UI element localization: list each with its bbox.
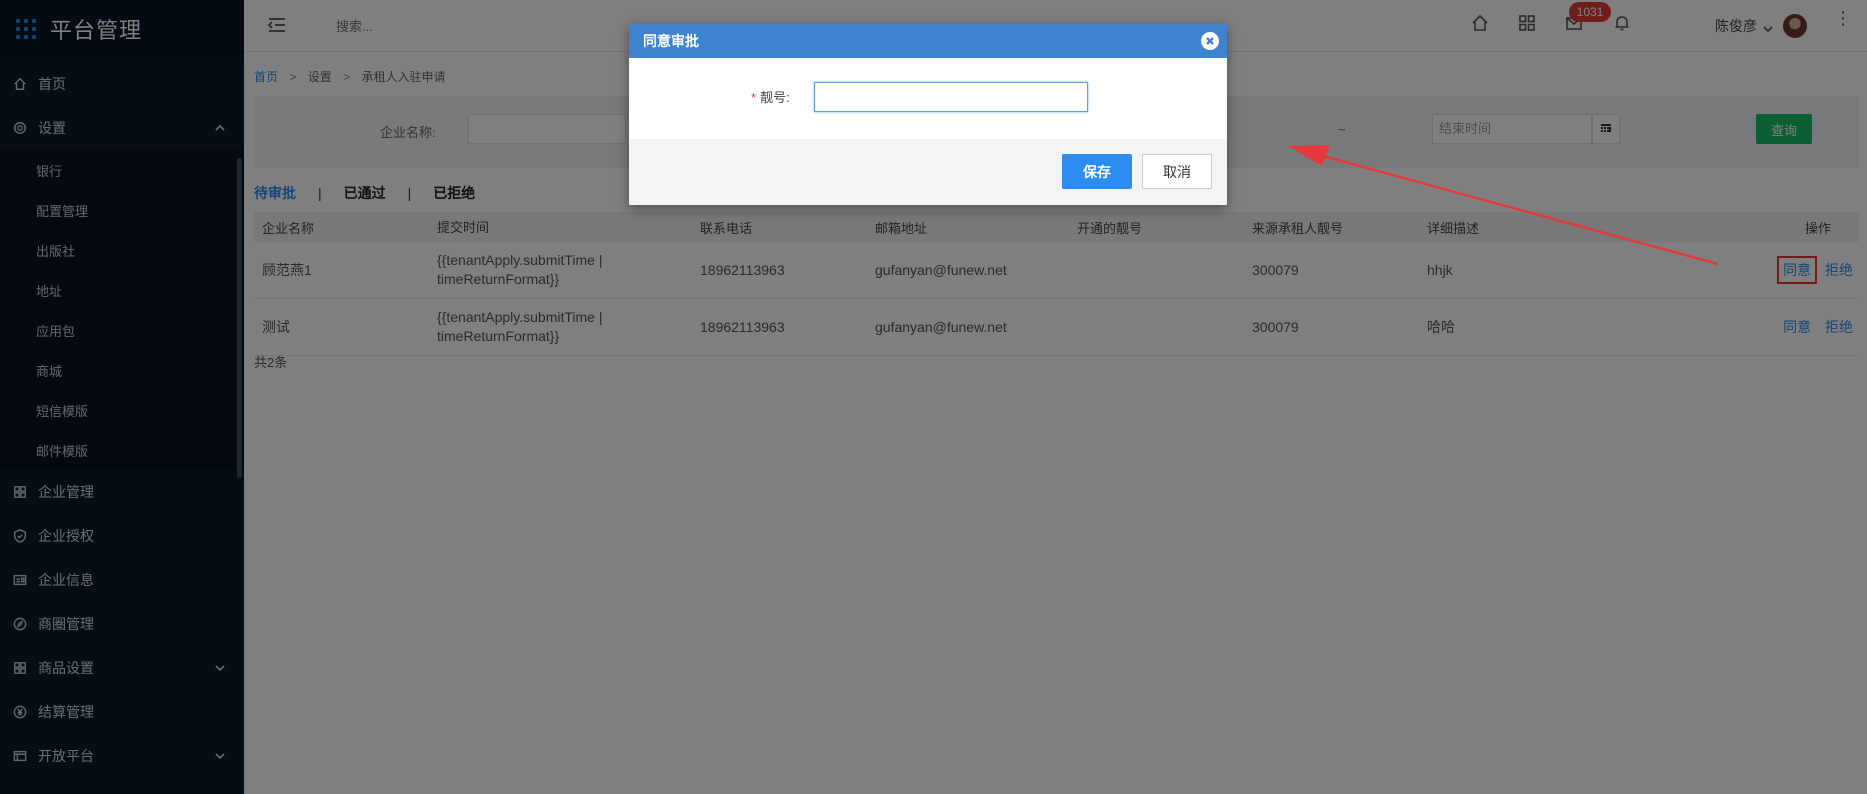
number-field[interactable] bbox=[814, 82, 1088, 112]
dialog-title: 同意审批 bbox=[643, 33, 699, 49]
number-field-label: * 靓号: bbox=[751, 87, 790, 106]
dialog-header: 同意审批 bbox=[629, 24, 1227, 58]
cancel-button[interactable]: 取消 bbox=[1142, 154, 1212, 189]
close-icon[interactable] bbox=[1201, 32, 1219, 50]
save-button[interactable]: 保存 bbox=[1062, 154, 1132, 189]
required-mark: * bbox=[751, 90, 757, 105]
approve-dialog: 同意审批 * 靓号: 保存 取消 bbox=[629, 24, 1227, 205]
dialog-footer: 保存 取消 bbox=[629, 139, 1227, 205]
dialog-body: * 靓号: bbox=[629, 58, 1227, 139]
number-label-text: 靓号: bbox=[760, 90, 790, 105]
